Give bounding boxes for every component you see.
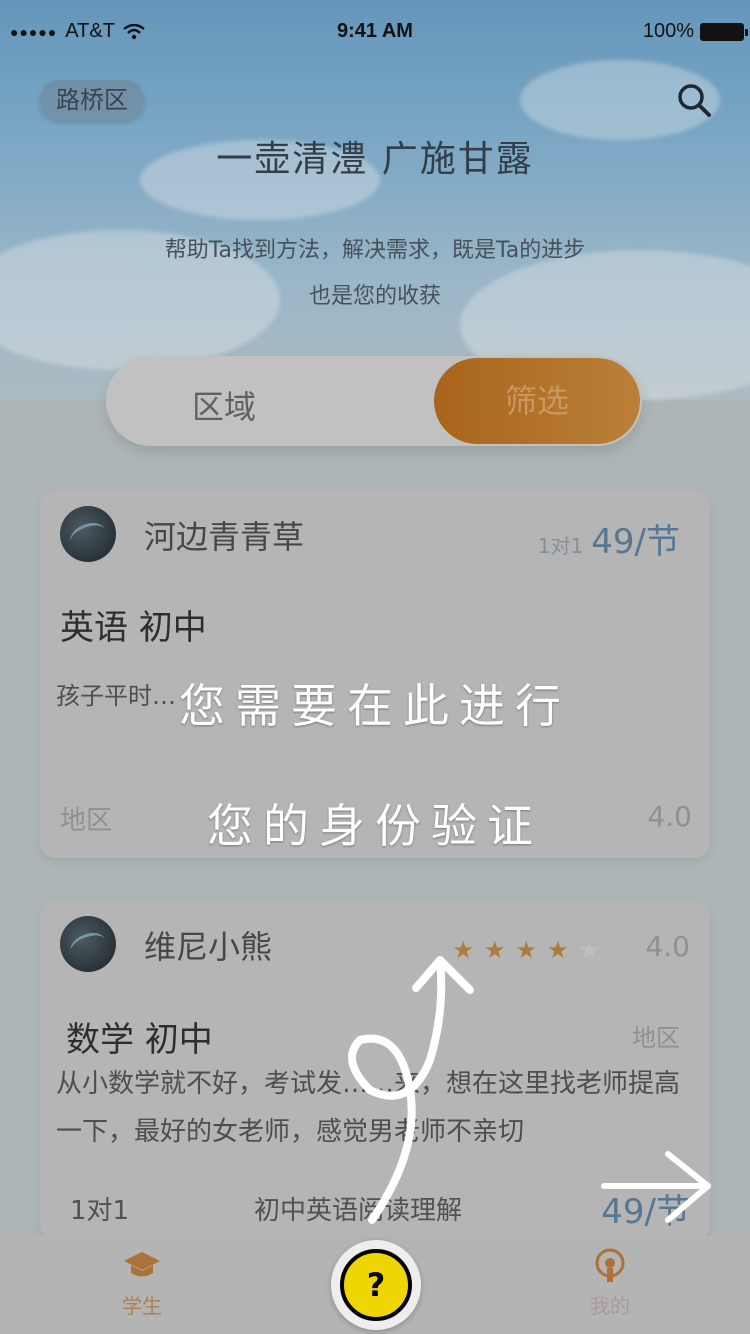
graduation-cap-icon [124, 1252, 160, 1277]
search-icon [678, 84, 711, 117]
battery-icon [700, 22, 748, 41]
lesson-type: 1对1 [537, 534, 584, 558]
subject: 数学 初中 [66, 1020, 213, 1060]
star-icon: ★ [515, 936, 547, 964]
subtitle-line-2: 也是您的收获 [308, 284, 441, 309]
user-name: 维尼小熊 [144, 928, 273, 966]
clock: 9:41 AM [337, 20, 413, 42]
region-filter-button[interactable]: 区域 [192, 382, 256, 428]
avatar [60, 506, 116, 562]
subtitle-line-1: 帮助Ta找到方法，解决需求，既是Ta的进步 [164, 238, 586, 263]
location-label: 地区 [632, 1024, 680, 1052]
tab-label: 学生 [122, 1294, 162, 1318]
price: 49/节 [591, 522, 680, 562]
tab-label: 我的 [590, 1294, 630, 1318]
guide-text-line-1: 您需要在此进行 [179, 679, 571, 733]
lesson-type: 1对1 [70, 1196, 130, 1226]
search-button[interactable] [674, 80, 714, 120]
avatar [60, 916, 116, 972]
lightbulb-icon: ? [340, 1249, 412, 1321]
help-button[interactable]: ? [331, 1240, 421, 1330]
tab-mine[interactable]: 我的 [550, 1246, 670, 1319]
guide-text-line-2: 您的身份验证 [207, 799, 543, 853]
tab-student[interactable]: 学生 [82, 1246, 202, 1319]
filter-bar: 区域 筛选 [106, 356, 642, 446]
filter-button[interactable]: 筛选 [434, 358, 640, 444]
guide-arrow-up-icon [348, 956, 474, 1224]
guide-arrow-right-icon [601, 1151, 711, 1223]
status-bar: ●●●●● AT&T 9:41 AM 100% [0, 0, 750, 64]
star-icon: ★ [546, 936, 579, 964]
profile-icon [595, 1248, 625, 1282]
page-title: 一壶清澧 广施甘露 [216, 139, 534, 180]
region-selector[interactable]: 路桥区 [40, 80, 144, 120]
user-name: 河边青青草 [144, 518, 305, 556]
star-empty-icon: ★ [578, 936, 610, 964]
rating-value: 4.0 [645, 930, 690, 963]
battery-percent: 100% [642, 20, 694, 42]
subject: 英语 初中 [60, 608, 207, 648]
